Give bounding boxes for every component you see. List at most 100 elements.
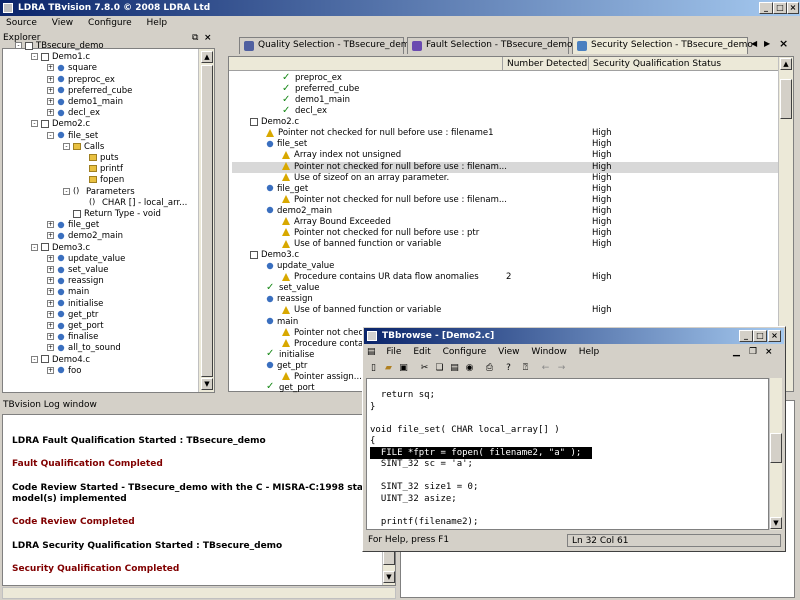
back-arrow-icon[interactable]: ← [538,362,553,375]
minimize-button[interactable]: _ [759,2,773,14]
expand-icon[interactable]: + [47,109,54,117]
menu-source[interactable]: Source [6,18,37,28]
expand-icon[interactable]: + [47,75,54,83]
explorer-item[interactable]: () CHAR [] - local_arr... [79,198,187,209]
security-row[interactable]: ✓ preferred_cube [232,83,780,95]
expand-icon[interactable]: + [47,322,54,329]
forward-arrow-icon[interactable]: → [554,362,569,375]
explorer-item[interactable]: - Demo4.c [31,355,90,366]
tbbrowse-doc-minimize-icon[interactable]: ▁ [733,345,740,359]
explorer-item[interactable]: + get_port [47,321,104,332]
explorer-item[interactable]: + finalise [47,332,98,343]
security-row[interactable]: Pointer not checked for null before use … [232,161,780,173]
expand-icon[interactable]: + [47,266,54,273]
security-row[interactable]: demo2_main High [232,206,780,217]
tab-fault-selection[interactable]: Fault Selection - TBsecure_demo [407,37,573,54]
expand-icon[interactable]: + [47,288,54,296]
new-file-icon[interactable]: ▯ [366,362,381,375]
tbbrowse-doc-icon[interactable]: ▤ [367,347,376,357]
security-row[interactable]: Use of sizeof on an array parameter. High [232,173,780,184]
tbbrowse-doc-restore-icon[interactable]: ❐ [749,345,757,359]
explorer-item[interactable]: + initialise [47,299,103,310]
menu-help[interactable]: Help [147,18,168,28]
security-row[interactable]: Pointer not checked for null before use … [232,195,780,206]
explorer-item[interactable]: - Demo3.c [31,243,90,254]
tab-scroll-left-icon[interactable]: ◀ [751,39,757,48]
explorer-item[interactable]: + reassign [47,276,104,287]
expand-icon[interactable]: + [47,333,54,341]
security-row[interactable]: reassign [232,294,780,305]
security-row[interactable]: Procedure contains UR data flow anomalie… [232,272,780,283]
code-scroll-down-icon[interactable]: ▼ [770,517,782,529]
log-hscrollbar[interactable] [2,587,396,599]
expand-icon[interactable]: + [47,64,54,72]
explorer-item[interactable]: + update_value [47,254,125,265]
explorer-item[interactable]: Return Type - void [63,209,161,220]
explorer-item[interactable]: + demo1_main [47,97,123,108]
float-icon[interactable]: ⧉ [192,31,198,45]
help-icon[interactable]: ? [501,362,516,375]
scroll-down-icon[interactable]: ▼ [201,378,213,390]
explorer-item[interactable]: + set_value [47,265,108,276]
collapse-icon[interactable]: - [31,120,38,128]
security-row[interactable]: ✓ preproc_ex [232,72,780,84]
security-row[interactable]: Array Bound Exceeded High [232,217,780,228]
copy-icon[interactable]: ❏ [432,362,447,375]
security-row[interactable]: Demo3.c [232,250,780,261]
collapse-icon[interactable]: - [31,355,38,363]
explorer-item[interactable]: - Demo2.c [31,119,90,130]
tab-quality-selection[interactable]: Quality Selection - TBsecure_demo [239,37,415,54]
tbbrowse-menu-edit[interactable]: Edit [413,347,430,357]
tbbrowse-menu-configure[interactable]: Configure [443,347,487,357]
code-scrollbar[interactable]: ▼ [769,378,782,530]
explorer-item[interactable]: - file_set [47,131,98,142]
explorer-item[interactable]: + preferred_cube [47,86,132,97]
explorer-item[interactable]: + square [47,63,97,74]
code-scroll-thumb[interactable] [770,433,782,463]
explorer-scrollbar[interactable]: ▲ ▼ [198,49,214,392]
open-folder-icon[interactable]: ▰ [381,362,396,375]
expand-icon[interactable]: + [47,98,54,105]
security-row[interactable]: Pointer not checked for null before use … [232,228,780,239]
close-explorer-icon[interactable]: × [204,31,212,45]
explorer-item[interactable]: + decl_ex [47,108,100,119]
security-row[interactable]: file_set High [232,139,780,150]
tab-security-selection[interactable]: Security Selection - TBsecure_demo [572,37,753,54]
explorer-item[interactable]: + get_ptr [47,310,98,321]
grid-scroll-thumb[interactable] [780,79,792,119]
scroll-up-icon[interactable]: ▲ [201,51,213,63]
context-help-icon[interactable]: ⍰ [518,362,533,375]
explorer-item[interactable]: printf [79,164,123,175]
expand-icon[interactable]: + [47,344,54,352]
explorer-item[interactable]: + all_to_sound [47,343,121,354]
security-row[interactable]: Array index not unsigned High [232,150,780,161]
collapse-icon[interactable]: - [63,187,70,195]
security-row[interactable]: Pointer not checked for null before use … [232,128,780,139]
security-row[interactable]: Demo2.c [232,117,780,128]
tbbrowse-maximize-button[interactable]: □ [753,330,767,342]
tbbrowse-menu-help[interactable]: Help [579,347,600,357]
menu-configure[interactable]: Configure [88,18,132,28]
grid-scroll-up-icon[interactable]: ▲ [780,58,792,70]
security-row[interactable]: ✓ decl_ex [232,105,780,117]
menu-view[interactable]: View [52,18,73,28]
explorer-item[interactable]: - Demo1.c [31,52,90,63]
expand-icon[interactable]: + [47,221,54,229]
security-row[interactable]: update_value [232,261,780,272]
explorer-item[interactable]: + file_get [47,220,99,231]
explorer-item[interactable]: + preproc_ex [47,75,115,86]
explorer-item[interactable]: + foo [47,366,81,377]
security-row[interactable]: Use of banned function or variable High [232,239,780,250]
tbbrowse-menu-window[interactable]: Window [531,347,567,357]
cut-icon[interactable]: ✂ [417,362,432,375]
security-row[interactable]: ✓ set_value [232,282,780,294]
security-row[interactable]: file_get High [232,184,780,195]
collapse-icon[interactable]: - [15,42,22,49]
collapse-icon[interactable]: - [31,53,38,61]
explorer-item[interactable]: puts [79,153,119,164]
save-icon[interactable]: ▣ [396,362,411,375]
column-header-item[interactable] [229,57,503,71]
close-button[interactable]: × [787,2,799,14]
tbbrowse-minimize-button[interactable]: _ [739,330,753,342]
expand-icon[interactable]: + [47,232,54,240]
